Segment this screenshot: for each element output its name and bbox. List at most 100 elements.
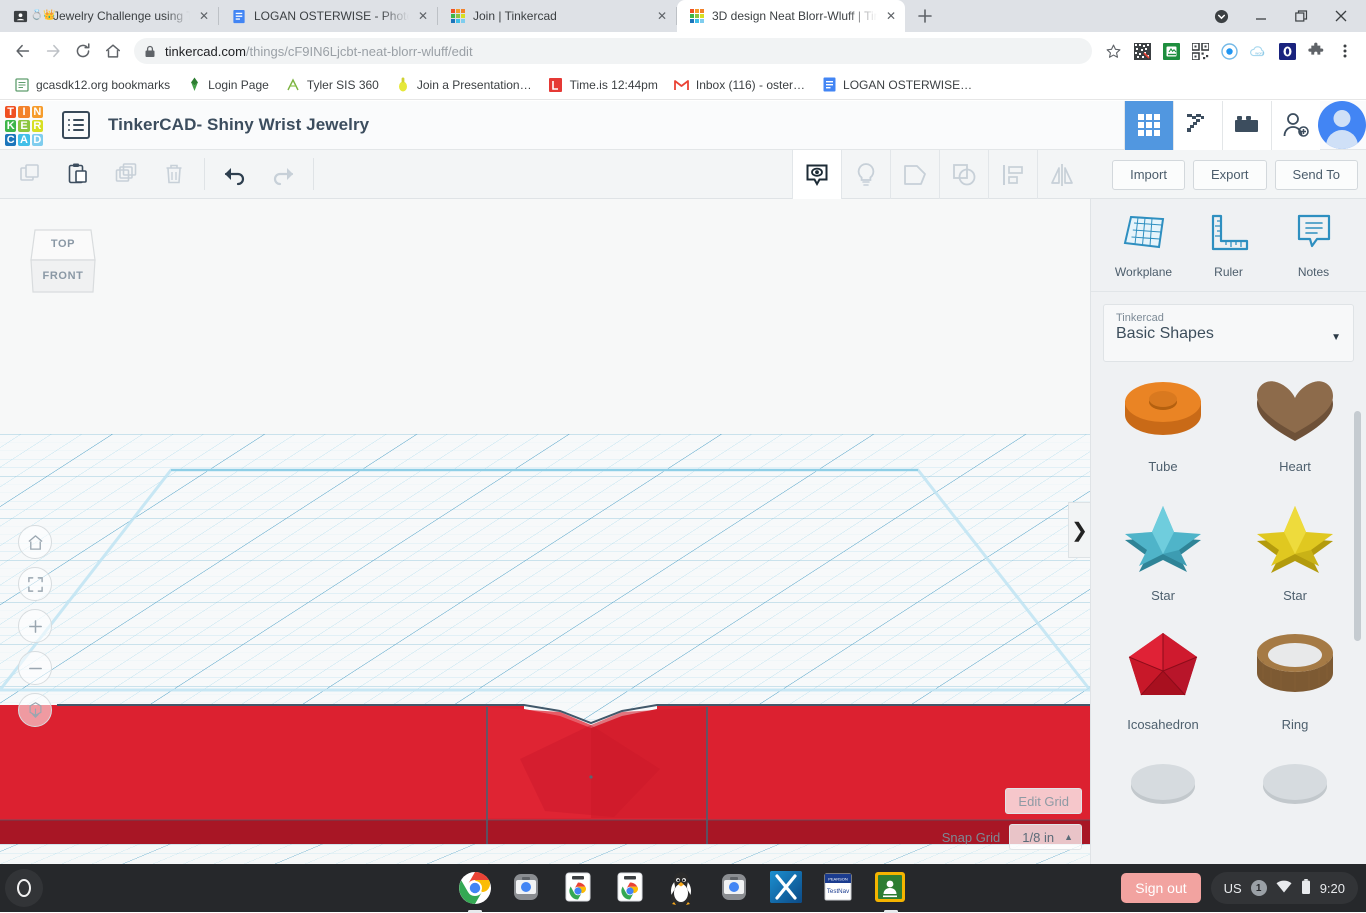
icosahedron-thumbnail [1117,627,1209,703]
lego-brick-icon[interactable] [1222,100,1271,150]
shape-item-icosahedron[interactable]: Icosahedron [1097,627,1229,732]
blue-dot-extension-icon[interactable] [1216,38,1242,64]
bookmark-item[interactable]: gcasdk12.org bookmarks [6,73,178,97]
invite-person-icon[interactable] [1271,100,1320,150]
xtramath-icon[interactable] [770,871,804,905]
browser-tab-1[interactable]: LOGAN OSTERWISE - Photo Doc ✕ [219,0,437,32]
new-tab-button[interactable] [911,2,939,30]
trash-icon[interactable] [150,150,198,198]
three-dot-menu-icon[interactable] [1332,38,1358,64]
paste-icon[interactable] [54,150,102,198]
heart-thumbnail [1249,369,1341,445]
browser-tab-3-active[interactable]: 3D design Neat Blorr-Wluff | Tink ✕ [677,0,905,32]
ruler-tool[interactable]: Ruler [1190,213,1268,279]
bookmark-item[interactable]: Inbox (116) - oster… [666,73,813,97]
shape-item-ring[interactable]: Ring [1229,627,1361,732]
google-classroom-icon[interactable] [874,871,908,913]
copy-icon[interactable] [6,150,54,198]
snap-grid-select[interactable]: 1/8 in ▲ [1009,824,1082,850]
launcher-icon[interactable] [5,869,43,907]
shape-item-partial-right[interactable] [1229,756,1361,846]
tab-close-button[interactable]: ✕ [194,6,214,26]
cloud-extension-icon[interactable]: word [1245,38,1271,64]
green-sheet-extension-icon[interactable] [1158,38,1184,64]
view-cube[interactable]: TOP FRONT [25,222,101,302]
export-button[interactable]: Export [1192,159,1267,190]
undo-icon[interactable] [211,150,259,198]
shape-item-partial-left[interactable] [1097,756,1229,846]
restore-icon[interactable] [1282,1,1320,31]
pearson-testnav-icon[interactable]: PEARSON TestNav [822,871,856,905]
bookmark-star-icon[interactable] [1100,38,1126,64]
caret-down-icon[interactable] [1202,1,1240,31]
puzzle-extensions-icon[interactable] [1303,38,1329,64]
shape-item-heart[interactable]: Heart [1229,369,1361,474]
qr-extension-icon[interactable] [1129,38,1155,64]
shape-item-tube[interactable]: Tube [1097,369,1229,474]
grid-view-icon[interactable] [1124,100,1173,150]
opera-extension-icon[interactable] [1274,38,1300,64]
shape-grid[interactable]: Tube Heart Star Star Icosahedron Ring [1091,351,1366,864]
avatar[interactable] [1318,101,1366,149]
tab-close-button[interactable]: ✕ [881,6,901,26]
chrome-app-2-icon[interactable] [614,871,648,905]
zoom-in-icon[interactable] [18,609,52,643]
tinkercad-edit-toolbar: Import Export Send To [0,150,1366,199]
home-view-icon[interactable] [18,525,52,559]
list-menu-icon[interactable] [62,111,90,139]
status-tray[interactable]: US 1 9:20 [1210,872,1358,904]
panel-expand-toggle[interactable]: ❯ [1068,502,1090,558]
light-bulb-icon[interactable] [841,150,890,199]
minimize-icon[interactable] [1242,1,1280,31]
ungroup-shapes-icon[interactable] [939,150,988,199]
linux-penguin-icon[interactable] [666,871,700,905]
library-name: Basic Shapes [1116,325,1214,342]
tab-close-button[interactable]: ✕ [413,6,433,26]
close-icon[interactable] [1322,1,1360,31]
shape-label: Heart [1279,459,1311,474]
bookmark-item[interactable]: Join a Presentation… [387,73,540,97]
back-arrow-icon[interactable] [8,36,38,66]
bookmark-item[interactable]: LOGAN OSTERWISE… [813,73,980,97]
tinkercad-logo[interactable]: T I N K E R C A D [2,103,46,147]
minecraft-pickaxe-icon[interactable] [1173,100,1222,150]
forward-arrow-icon[interactable] [38,36,68,66]
qr-code-extension-icon[interactable] [1187,38,1213,64]
bookmark-item[interactable]: Login Page [178,73,277,97]
workplane-tool[interactable]: Workplane [1105,213,1183,279]
google-docs-icon [821,77,837,93]
camera-2-icon[interactable] [718,871,752,905]
view-cube-front-label[interactable]: FRONT [25,260,101,292]
group-shapes-icon[interactable] [890,150,939,199]
address-bar[interactable]: tinkercad.com/things/cF9IN6Ljcbt-neat-bl… [134,38,1092,64]
bookmark-item[interactable]: Tyler SIS 360 [277,73,387,97]
zoom-out-icon[interactable] [18,651,52,685]
view-cube-top-label[interactable]: TOP [25,228,101,260]
align-icon[interactable] [988,150,1037,199]
bookmark-item[interactable]: Time.is 12:44pm [540,73,666,97]
mirror-icon[interactable] [1037,150,1086,199]
edit-grid-button[interactable]: Edit Grid [1005,788,1082,814]
3d-viewport[interactable]: TOP FRONT ❯ Edit Grid Snap Grid 1/8 in ▲ [0,199,1090,864]
chrome-app-icon[interactable] [562,871,596,905]
camera-icon[interactable] [510,871,544,905]
send-to-button[interactable]: Send To [1274,159,1358,190]
tab-close-button[interactable]: ✕ [652,6,672,26]
redo-icon[interactable] [259,150,307,198]
show-hide-eye-icon[interactable] [792,150,841,199]
chrome-icon[interactable] [458,871,492,913]
duplicate-icon[interactable] [102,150,150,198]
home-icon[interactable] [98,36,128,66]
shape-item-star-yellow[interactable]: Star [1229,498,1361,603]
ortho-perspective-icon[interactable] [18,693,52,727]
browser-tab-2[interactable]: Join | Tinkercad ✕ [438,0,676,32]
import-button[interactable]: Import [1112,159,1185,190]
fit-to-view-icon[interactable] [18,567,52,601]
notes-tool[interactable]: Notes [1275,213,1353,279]
reload-icon[interactable] [68,36,98,66]
shape-item-star-teal[interactable]: Star [1097,498,1229,603]
sign-out-button[interactable]: Sign out [1121,873,1201,903]
shape-label: Icosahedron [1127,717,1199,732]
browser-tab-0[interactable]: 💍👑 Jewelry Challenge using T ✕ [0,0,218,32]
panel-scrollbar[interactable] [1354,411,1361,641]
